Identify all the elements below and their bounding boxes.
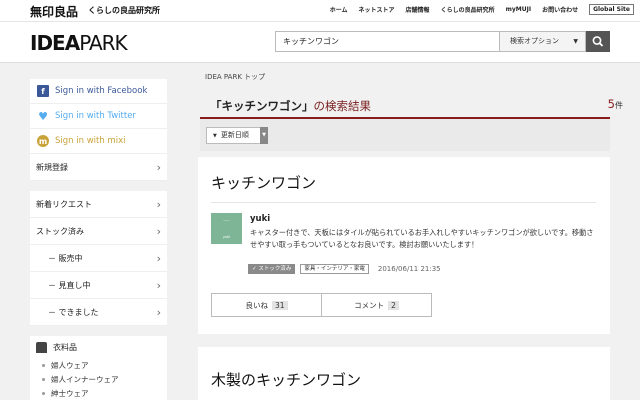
sidebar-divider (30, 181, 167, 191)
result-count-unit: 件 (615, 101, 623, 110)
lab-link[interactable]: くらしの良品研究所 (88, 5, 160, 16)
sidebar-item-label: － 販売中 (48, 253, 83, 263)
sidebar-item-label: ストック済み (36, 226, 84, 236)
logo-part-park: PARK (79, 31, 127, 55)
site-header: IDEAPARK キッチンワゴン 検索オプション ▼ (0, 22, 640, 63)
breadcrumb[interactable]: IDEA PARK トップ (205, 72, 265, 82)
sidebar-subitem-womens-inner[interactable]: 婦人インナーウェア (30, 372, 167, 386)
mixi-signin-label: Sign in with mixi (55, 136, 126, 146)
result-count: 5件 (608, 97, 623, 111)
search-icon (592, 36, 604, 47)
top-bar: 無印良品 くらしの良品研究所 ホーム ネットストア 店舗情報 くらしの良品研究所… (0, 0, 640, 22)
chevron-right-icon: › (156, 251, 161, 265)
logo-part-idea: IDEA (30, 31, 80, 55)
chevron-right-icon: › (156, 278, 161, 292)
bullet-icon (42, 377, 45, 381)
top-nav: ホーム ネットストア 店舗情報 くらしの良品研究所 myMUJI お問い合わせ … (319, 4, 634, 15)
sidebar-item-stocked[interactable]: ストック済み › (30, 218, 167, 245)
card-title[interactable]: 木製のキッチンワゴン (211, 369, 361, 390)
search-result-suffix: の検索結果 (313, 99, 372, 113)
search-result-heading: 「キッチンワゴン」の検索結果 (210, 98, 371, 114)
nav-net-store[interactable]: ネットストア (359, 5, 395, 14)
avatar-text: yuki (222, 235, 231, 239)
card-divider (211, 202, 596, 203)
nav-home[interactable]: ホーム (330, 5, 348, 14)
sidebar-item-label: － 見直し中 (48, 280, 91, 290)
sidebar-subitem-label: 婦人インナーウェア (51, 374, 119, 384)
user-name: yuki (250, 214, 271, 224)
card-title[interactable]: キッチンワゴン (211, 172, 316, 193)
sidebar-item-label: 新着リクエスト (36, 199, 92, 209)
search-option-label: 検索オプション (510, 37, 559, 45)
facebook-signin-label: Sign in with Facebook (55, 86, 148, 96)
avatar: ····· yuki (211, 213, 242, 244)
like-label: 良いね (245, 300, 268, 310)
nav-store-info[interactable]: 店舗情報 (406, 5, 430, 14)
stocked-badge: ✓ ストック済み (248, 264, 296, 274)
search-input[interactable]: キッチンワゴン (275, 31, 500, 52)
sort-label: 更新日順 (220, 131, 249, 139)
sidebar-category-clothing[interactable]: 衣料品 (30, 336, 167, 358)
nav-contact[interactable]: お問い合わせ (542, 5, 578, 14)
twitter-signin-label: Sign in with Twitter (55, 111, 136, 121)
search-button[interactable] (586, 31, 610, 52)
shirt-icon (36, 341, 47, 353)
like-button[interactable]: 良いね 31 (212, 294, 321, 316)
result-count-number: 5 (607, 97, 615, 111)
comment-button[interactable]: コメント 2 (321, 294, 431, 316)
card-meta: ✓ ストック済み 家具・インテリア・家電 2016/06/11 21:35 (248, 264, 441, 274)
chevron-right-icon: › (156, 305, 161, 319)
facebook-signin-button[interactable]: f Sign in with Facebook (30, 79, 167, 104)
timestamp: 2016/06/11 21:35 (377, 265, 441, 273)
sidebar-divider (30, 326, 167, 336)
sort-bar: ▼ 更新日順 ▼ (200, 119, 610, 151)
sidebar-item-on-sale[interactable]: － 販売中 › (30, 245, 167, 272)
sidebar-subitem-womens-wear[interactable]: 婦人ウェア (30, 358, 167, 372)
like-count: 31 (271, 300, 288, 310)
sidebar-subitem-label: 婦人ウェア (51, 360, 89, 370)
ideapark-logo[interactable]: IDEAPARK (30, 31, 128, 55)
comment-label: コメント (354, 300, 385, 310)
muji-brand-logo[interactable]: 無印良品 (30, 3, 78, 20)
sidebar-item-register[interactable]: 新規登録 › (30, 154, 167, 181)
category-tag[interactable]: 家具・インテリア・家電 (300, 264, 369, 274)
result-card: キッチンワゴン ····· yuki yuki キャスター付きで、天板にはタイルが… (198, 157, 610, 334)
sidebar-item-done[interactable]: － できました › (30, 299, 167, 326)
dropdown-knob-icon: ▼ (260, 127, 268, 144)
sidebar-item-reviewing[interactable]: － 見直し中 › (30, 272, 167, 299)
bullet-icon (42, 363, 45, 367)
result-card: 木製のキッチンワゴン (198, 347, 610, 400)
search-option-dropdown[interactable]: 検索オプション ▼ (499, 31, 586, 52)
sidebar-item-label: 新規登録 (36, 162, 68, 172)
sort-select[interactable]: ▼ 更新日順 ▼ (206, 127, 268, 144)
bullet-icon (42, 391, 45, 395)
request-body: キャスター付きで、天板にはタイルが貼られているお手入れしやすいキッチンワゴンが欲… (250, 228, 594, 249)
sidebar-item-label: － できました (48, 307, 99, 317)
global-site-button[interactable]: Global Site (589, 4, 634, 15)
facebook-icon: f (37, 85, 49, 97)
search-query: 「キッチンワゴン」 (210, 99, 314, 113)
nav-lab[interactable]: くらしの良品研究所 (441, 5, 495, 14)
chevron-right-icon: › (156, 160, 161, 174)
sidebar: f Sign in with Facebook ♥ Sign in with T… (30, 79, 167, 400)
mixi-signin-button[interactable]: m Sign in with mixi (30, 129, 167, 154)
sidebar-subitem-mens-wear[interactable]: 紳士ウェア (30, 386, 167, 400)
twitter-signin-button[interactable]: ♥ Sign in with Twitter (30, 104, 167, 129)
sidebar-subitem-label: 紳士ウェア (51, 388, 89, 398)
card-actions: 良いね 31 コメント 2 (211, 293, 432, 317)
chevron-right-icon: › (156, 197, 161, 211)
comment-count: 2 (388, 300, 399, 310)
sidebar-category-label: 衣料品 (53, 342, 77, 352)
chevron-down-icon: ▼ (213, 133, 217, 139)
chevron-right-icon: › (156, 224, 161, 238)
chevron-down-icon: ▼ (573, 38, 578, 45)
twitter-icon: ♥ (38, 109, 48, 123)
sidebar-item-new-requests[interactable]: 新着リクエスト › (30, 191, 167, 218)
mixi-icon: m (37, 135, 49, 147)
nav-mymuji[interactable]: myMUJI (506, 6, 531, 13)
